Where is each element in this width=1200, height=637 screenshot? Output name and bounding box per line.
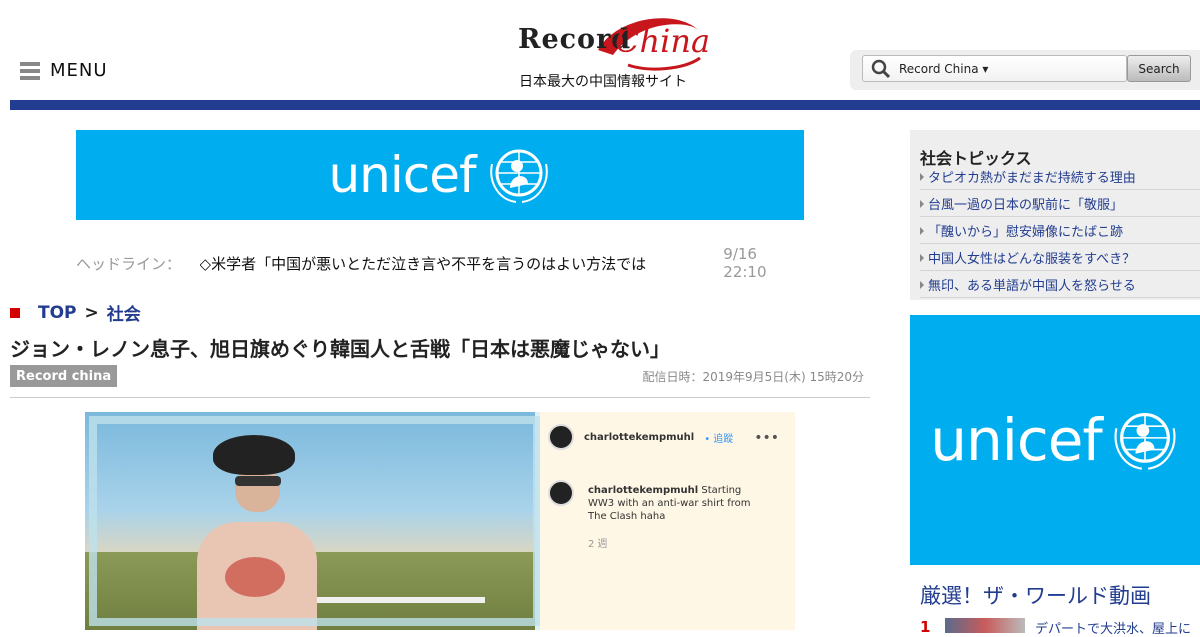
nav-divider-bar [10,100,1200,110]
unicef-banner-ad[interactable]: unicef [76,130,804,220]
publish-date: 配信日時：2019年9月5日(木) 15時20分 [642,370,864,384]
arrow-icon [920,254,924,262]
topic-link[interactable]: 中国人女性はどんな服装をすべき？ [928,248,1135,267]
site-header: MENU Record China 日本最大の中国情報サイト Record Ch… [0,0,1200,100]
breadcrumb-category-link[interactable]: 社会 [107,300,141,325]
video-item[interactable]: 1 デパートで大洪水、屋上に [920,618,1191,637]
topic-link[interactable]: 無印、ある単語が中国人を怒らせる [928,275,1136,294]
instagram-comment-user: charlottekempmuhl [588,485,699,496]
instagram-comment: charlottekempmuhl Starting WW3 with an a… [588,484,768,523]
headline-ticker: ヘッドライン： ◇米学者「中国が悪いとただ泣き言や不平を言うのはよい方法では 9… [76,245,804,281]
topic-link[interactable]: タピオカ熱がまだまだ持続する理由 [928,167,1136,186]
instagram-header: charlottekempmuhl • 追蹤 [548,424,733,450]
menu-label: MENU [50,60,108,81]
topic-link[interactable]: 台風一過の日本の駅前に「敬服」 [928,194,1123,213]
search-scope-select[interactable]: Record China ▾ [899,62,988,76]
breadcrumb-separator: > [84,302,99,323]
menu-button[interactable]: MENU [20,60,108,81]
unicef-emblem-icon [489,149,548,203]
topic-item[interactable]: 無印、ある単語が中国人を怒らせる [920,271,1200,298]
topic-item[interactable]: タピオカ熱がまだまだ持続する理由 [920,163,1200,190]
breadcrumb: TOP > 社会 [10,300,141,325]
topic-item[interactable]: 中国人女性はどんな服装をすべき？ [920,244,1200,271]
instagram-comment-header [548,480,574,506]
breadcrumb-marker-icon [10,307,20,318]
breadcrumb-top-link[interactable]: TOP [38,303,77,323]
article-photo: charlottekempmuhl • 追蹤 ••• charlottekemp… [85,412,795,630]
arrow-icon [920,200,924,208]
arrow-icon [920,173,924,181]
headline-time: 9/16 22:10 [723,245,767,281]
instagram-comment-time: 2 週 [588,539,608,550]
headline-label: ヘッドライン： [76,254,182,273]
logo-text-china: China [615,22,711,60]
video-thumbnail[interactable] [945,618,1025,633]
search-icon [871,59,891,78]
site-logo[interactable]: Record China [510,8,710,74]
photo-frame [89,416,541,626]
unicef-emblem-icon [1114,412,1176,470]
unicef-logo-text: unicef [328,146,476,204]
search-bar: Record China ▾ Search [850,50,1200,90]
unicef-logo-text: unicef [930,406,1103,474]
site-tagline: 日本最大の中国情報サイト [519,74,687,90]
video-rank: 1 [920,618,931,636]
topics-box: 社会トピックス タピオカ熱がまだまだ持続する理由 台風一過の日本の駅前に「敬服」… [910,130,1200,300]
search-button[interactable]: Search [1127,55,1191,82]
unicef-sidebar-ad[interactable]: unicef [910,315,1200,565]
arrow-icon [920,227,924,235]
article-divider [10,397,870,398]
arrow-icon [920,281,924,289]
video-link[interactable]: デパートで大洪水、屋上に [1035,618,1191,637]
instagram-follow: • 追蹤 [704,433,734,445]
instagram-comment-avatar [548,480,574,506]
topic-item[interactable]: 「醜いから」慰安婦像にたばこ跡 [920,217,1200,244]
topic-link[interactable]: 「醜いから」慰安婦像にたばこ跡 [928,221,1123,240]
hamburger-icon [20,61,40,80]
instagram-panel: charlottekempmuhl • 追蹤 ••• charlottekemp… [540,412,795,630]
search-input[interactable]: Record China ▾ [862,55,1127,82]
topic-item[interactable]: 台風一過の日本の駅前に「敬服」 [920,190,1200,217]
video-section-title: 厳選！ザ・ワールド動画 [920,584,1151,608]
instagram-avatar [548,424,574,450]
source-badge: Record china [10,365,118,387]
article-title: ジョン・レノン息子、旭日旗めぐり韓国人と舌戦「日本は悪魔じゃない」 [10,337,670,361]
more-options-icon: ••• [754,430,779,446]
instagram-username: charlottekempmuhl [584,431,695,443]
headline-link[interactable]: ◇米学者「中国が悪いとただ泣き言や不平を言うのはよい方法では [200,253,724,274]
